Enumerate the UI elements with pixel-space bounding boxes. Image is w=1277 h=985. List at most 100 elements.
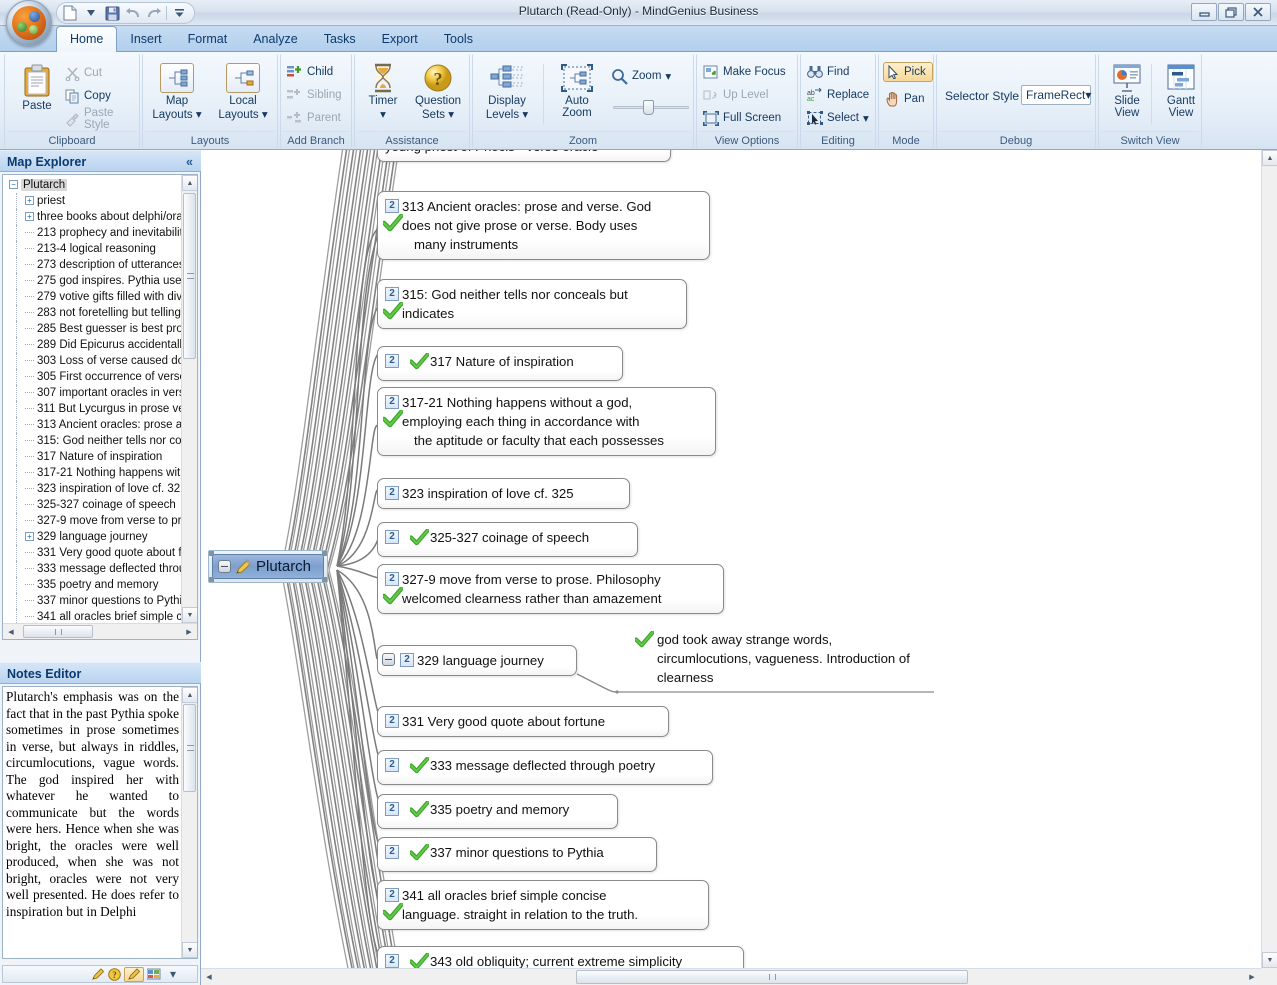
chevron-double-left-icon[interactable]: «	[186, 151, 193, 173]
checkmark-icon[interactable]	[381, 300, 405, 325]
tree-item[interactable]: 213-4 logical reasoning	[3, 241, 197, 257]
new-icon[interactable]	[61, 4, 79, 22]
tab-export[interactable]: Export	[369, 26, 431, 52]
tree-item[interactable]: 279 votive gifts filled with div	[3, 289, 197, 305]
scroll-right-arrow[interactable]: ▶	[1244, 969, 1260, 985]
restore-button[interactable]	[1218, 3, 1244, 21]
slide-view-button[interactable]: Slide View	[1101, 63, 1153, 119]
highlight-pencil-icon[interactable]	[124, 966, 144, 982]
mind-map-canvas[interactable]: young priest of Phocis - verse oracle 2 …	[201, 150, 1261, 968]
node-badge[interactable]: 2	[385, 888, 399, 902]
close-button[interactable]	[1245, 3, 1271, 21]
scroll-up-arrow[interactable]: ▲	[182, 687, 197, 703]
checkmark-icon[interactable]	[408, 351, 431, 375]
add-sibling-button[interactable]: Sibling	[287, 86, 342, 104]
tree-item[interactable]: 275 god inspires. Pythia uses	[3, 273, 197, 289]
app-menu-orb-button[interactable]	[6, 0, 52, 46]
map-node[interactable]: 2 325-327 coinage of speech	[377, 522, 638, 557]
scroll-down-arrow[interactable]: ▼	[1262, 952, 1277, 968]
tree-item[interactable]: 289 Did Epicurus accidentally	[3, 337, 197, 353]
add-child-button[interactable]: Child	[287, 63, 333, 81]
tree-item[interactable]: 307 important oracles in vers	[3, 385, 197, 401]
zoom-slider-thumb[interactable]	[643, 100, 654, 115]
tab-insert[interactable]: Insert	[117, 26, 174, 52]
node-badge[interactable]: 2	[385, 486, 399, 500]
notes-editor-toolbar[interactable]: ? ▾	[2, 965, 198, 983]
tree-item[interactable]: 337 minor questions to Pythi	[3, 593, 197, 609]
map-root-node-inner[interactable]: Plutarch	[212, 554, 325, 579]
add-parent-button[interactable]: Parent	[287, 109, 341, 127]
map-root-node[interactable]: Plutarch	[208, 550, 329, 583]
tree-item[interactable]: +329 language journey	[3, 529, 197, 545]
scroll-left-arrow[interactable]: ◀	[201, 969, 217, 985]
node-badge[interactable]: 2	[385, 802, 399, 816]
select-button[interactable]: Select ▾	[807, 109, 869, 127]
up-level-button[interactable]: Up Level	[703, 86, 768, 104]
map-node[interactable]: young priest of Phocis - verse oracle	[377, 150, 671, 162]
new-dropdown-icon[interactable]	[82, 4, 100, 22]
tree-item[interactable]: 333 message deflected throu	[3, 561, 197, 577]
scroll-thumb-h[interactable]	[576, 970, 968, 984]
zoom-button[interactable]: Zoom ▾	[611, 67, 671, 85]
canvas-vertical-scrollbar[interactable]: ▲ ▼	[1261, 150, 1277, 968]
selection-handle[interactable]	[209, 551, 214, 556]
scroll-down-arrow[interactable]: ▼	[182, 942, 197, 958]
minimize-button[interactable]	[1191, 3, 1217, 21]
notes-editor-body[interactable]: Plutarch's emphasis was on the fact that…	[2, 686, 198, 959]
tree-item[interactable]: 331 Very good quote about f	[3, 545, 197, 561]
map-node[interactable]: 2 329 language journey	[377, 645, 577, 676]
explorer-vertical-scrollbar[interactable]: ▲ ▼	[181, 175, 197, 623]
selection-handle[interactable]	[322, 577, 328, 582]
node-collapse-button[interactable]	[218, 560, 231, 573]
pick-mode-button[interactable]: Pick	[883, 62, 933, 82]
map-node[interactable]: 2 341 all oracles brief simple concise l…	[377, 880, 709, 930]
cut-button[interactable]: Cut	[65, 64, 102, 82]
node-badge[interactable]: 2	[385, 845, 399, 859]
timer-button[interactable]: Timer ▾	[357, 63, 409, 121]
checkmark-icon[interactable]	[381, 212, 405, 237]
map-node[interactable]: 2 343 old obliquity; current extreme sim…	[377, 946, 744, 968]
scroll-up-arrow[interactable]: ▲	[182, 175, 197, 191]
node-badge[interactable]: 2	[385, 572, 399, 586]
copy-button[interactable]: Copy	[65, 87, 111, 105]
scroll-thumb[interactable]	[183, 704, 196, 792]
checkmark-icon[interactable]	[633, 629, 656, 653]
picture-icon[interactable]	[147, 968, 161, 981]
pencil-icon[interactable]	[91, 967, 105, 981]
tab-format[interactable]: Format	[175, 26, 241, 52]
ribbon-tab-bar[interactable]: Home Insert Format Analyze Tasks Export …	[0, 26, 1277, 52]
tab-tools[interactable]: Tools	[431, 26, 486, 52]
tree-item[interactable]: 317-21 Nothing happens with	[3, 465, 197, 481]
local-layouts-button[interactable]: Local Layouts ▾	[217, 63, 269, 121]
tab-home[interactable]: Home	[56, 26, 118, 52]
notes-vertical-scrollbar[interactable]: ▲ ▼	[181, 687, 197, 958]
map-node[interactable]: 2 317 Nature of inspiration	[377, 346, 623, 381]
node-badge[interactable]: 2	[385, 395, 399, 409]
selection-handle[interactable]	[209, 577, 214, 582]
tree-item[interactable]: 317 Nature of inspiration	[3, 449, 197, 465]
scroll-thumb[interactable]	[183, 193, 196, 359]
map-node[interactable]: 2 313 Ancient oracles: prose and verse. …	[377, 191, 710, 260]
expand-icon[interactable]: +	[25, 532, 34, 542]
map-node[interactable]: 2 335 poetry and memory	[377, 794, 618, 829]
node-badge[interactable]: 2	[385, 287, 399, 301]
find-button[interactable]: Find	[807, 63, 849, 81]
scroll-up-arrow[interactable]: ▲	[1262, 150, 1277, 166]
tree-item[interactable]: + priest	[3, 193, 197, 209]
tree-item[interactable]: 213 prophecy and inevitabilit	[3, 225, 197, 241]
make-focus-button[interactable]: Make Focus	[703, 63, 786, 81]
map-node[interactable]: 2 323 inspiration of love cf. 325	[377, 478, 630, 509]
pencil-icon[interactable]	[235, 558, 252, 575]
map-sub-node[interactable]: god took away strange words, circumlocut…	[633, 629, 935, 687]
save-icon[interactable]	[103, 4, 121, 22]
map-node[interactable]: 2 337 minor questions to Pythia	[377, 837, 657, 872]
map-explorer-tree-container[interactable]: − Plutarch + priest + three books about delph…	[2, 174, 198, 640]
scroll-down-arrow[interactable]: ▼	[182, 607, 197, 623]
scroll-thumb-h[interactable]	[23, 625, 93, 638]
tree-item[interactable]: 315: God neither tells nor cor	[3, 433, 197, 449]
checkmark-icon[interactable]	[408, 527, 431, 551]
map-node[interactable]: 2 331 Very good quote about fortune	[377, 706, 669, 737]
replace-button[interactable]: ab ac Replace	[807, 86, 869, 104]
tab-analyze[interactable]: Analyze	[240, 26, 310, 52]
checkmark-icon[interactable]	[381, 408, 405, 433]
